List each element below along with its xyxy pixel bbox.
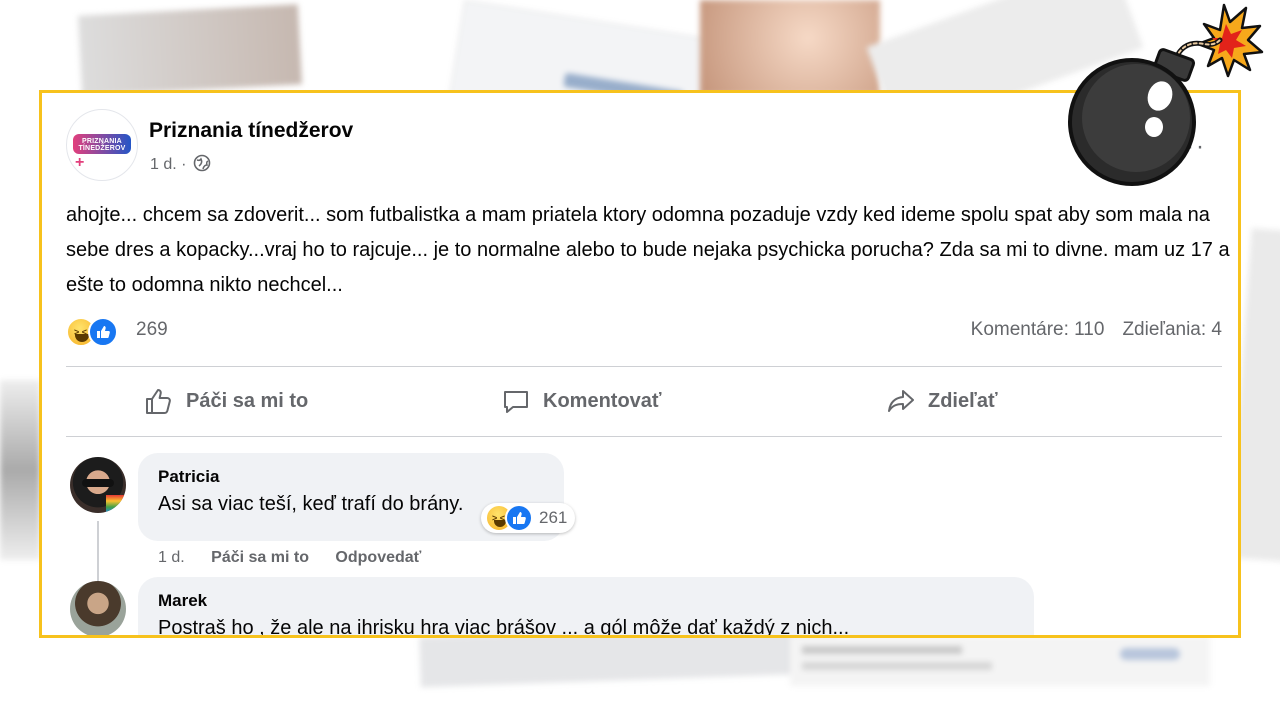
background-left-card — [0, 380, 40, 560]
post-frame: PRIZNANIA TÍNEDŽEROV + Priznania tínedže… — [39, 90, 1241, 638]
divider — [66, 436, 1222, 437]
post-time[interactable]: 1 d. — [150, 156, 177, 173]
comment-reply-link[interactable]: Odpovedať — [335, 549, 421, 566]
comment-author[interactable]: Patricia — [158, 467, 544, 487]
avatar-logo: PRIZNANIA TÍNEDŽEROV — [73, 134, 131, 154]
reactions-summary: > < 269 Komentáre: 110 Zdieľania: 4 — [66, 315, 1222, 349]
like-icon — [146, 389, 171, 414]
shares-count[interactable]: Zdieľania: 4 — [1122, 319, 1222, 340]
divider — [66, 366, 1222, 367]
background-comment-card — [790, 636, 1210, 686]
comment-author[interactable]: Marek — [158, 591, 1014, 611]
like-reaction-icon — [505, 504, 533, 532]
post-meta: 1 d. · — [150, 154, 211, 174]
globe-icon — [193, 154, 211, 172]
bomb-icon — [1068, 3, 1264, 186]
avatar[interactable] — [70, 457, 126, 513]
page-avatar[interactable]: PRIZNANIA TÍNEDŽEROV + — [66, 109, 138, 181]
post-header: PRIZNANIA TÍNEDŽEROV + Priznania tínedže… — [66, 109, 666, 181]
comment-reaction-count: 261 — [539, 508, 568, 527]
avatar[interactable] — [70, 581, 126, 635]
comments-count[interactable]: Komentáre: 110 — [971, 319, 1105, 340]
comment-icon — [504, 391, 528, 413]
comment-bubble: Marek Postraš ho , že ale na ihrisku hra… — [138, 577, 1034, 638]
background-post-thumb — [78, 4, 302, 96]
share-button[interactable]: Zdieľať — [886, 383, 998, 419]
like-reaction-icon — [88, 317, 118, 347]
post-body: ahojte... chcem sa zdoverit... som futba… — [66, 204, 1230, 296]
comment-actions: 1 d. Páči sa mi to Odpovedať — [158, 549, 421, 567]
comment-reactions[interactable]: > < 261 — [481, 503, 576, 533]
post-actions: Páči sa mi to Komentovať Zdieľať — [66, 373, 1222, 429]
page-name[interactable]: Priznania tínedžerov — [149, 119, 353, 143]
like-button[interactable]: Páči sa mi to — [144, 383, 308, 419]
post-stats: Komentáre: 110 Zdieľania: 4 — [971, 319, 1222, 341]
share-icon — [888, 390, 914, 412]
comment-like-link[interactable]: Páči sa mi to — [211, 549, 309, 566]
thread-line — [97, 521, 99, 581]
comment-button[interactable]: Komentovať — [501, 383, 662, 419]
reaction-count[interactable]: 269 — [136, 319, 168, 341]
comment-time[interactable]: 1 d. — [158, 549, 185, 566]
comment-text: Postraš ho , že ale na ihrisku hra viac … — [158, 617, 850, 638]
reaction-icons[interactable]: > < — [66, 317, 130, 347]
background-photo — [700, 0, 880, 95]
